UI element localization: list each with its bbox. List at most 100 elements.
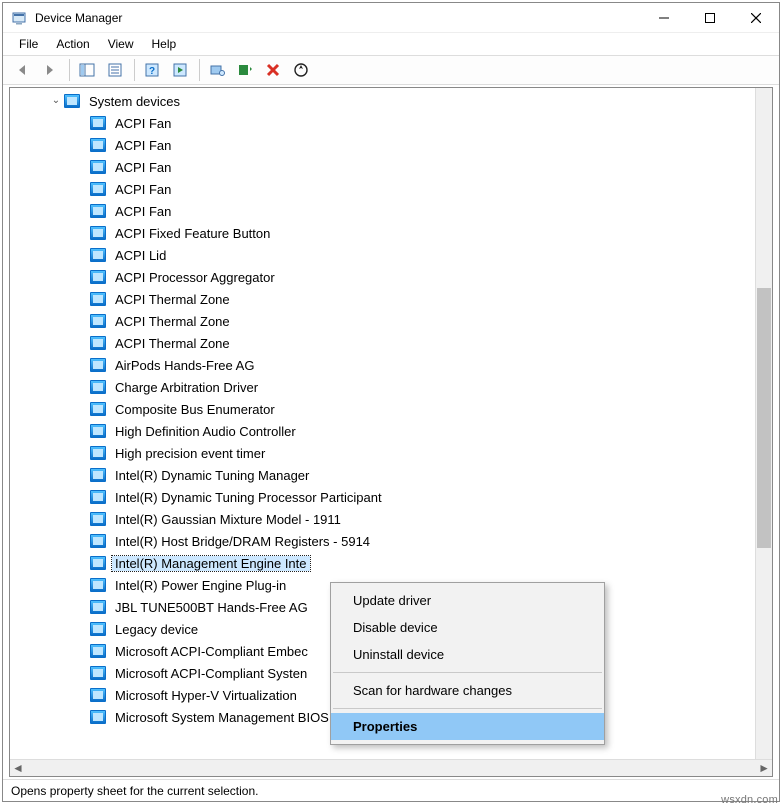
toolbar: ? bbox=[3, 55, 779, 85]
toolbar-separator bbox=[69, 59, 70, 81]
tree-item[interactable]: ACPI Thermal Zone bbox=[10, 310, 755, 332]
menu-view[interactable]: View bbox=[100, 35, 142, 53]
svg-text:?: ? bbox=[149, 66, 155, 77]
tree-item[interactable]: ACPI Fixed Feature Button bbox=[10, 222, 755, 244]
menu-action[interactable]: Action bbox=[48, 35, 97, 53]
back-icon[interactable] bbox=[9, 58, 35, 82]
forward-icon[interactable] bbox=[37, 58, 63, 82]
horizontal-scrollbar[interactable]: ◄ ► bbox=[10, 759, 772, 776]
device-icon bbox=[90, 688, 106, 702]
tree-item-label: ACPI Lid bbox=[112, 248, 169, 263]
device-icon bbox=[90, 446, 106, 460]
toolbar-separator bbox=[199, 59, 200, 81]
tree-item-label: JBL TUNE500BT Hands-Free AG bbox=[112, 600, 311, 615]
device-icon bbox=[90, 490, 106, 504]
window-title: Device Manager bbox=[35, 11, 122, 25]
uninstall-icon[interactable] bbox=[260, 58, 286, 82]
tree-item[interactable]: ACPI Fan bbox=[10, 112, 755, 134]
tree-item-label: Intel(R) Power Engine Plug-in bbox=[112, 578, 289, 593]
context-menu-item[interactable]: Update driver bbox=[331, 587, 604, 614]
titlebar: Device Manager bbox=[3, 3, 779, 33]
menu-file[interactable]: File bbox=[11, 35, 46, 53]
device-icon bbox=[90, 358, 106, 372]
toolbar-separator bbox=[134, 59, 135, 81]
tree-item-label: Microsoft ACPI-Compliant Embec bbox=[112, 644, 311, 659]
context-menu-item[interactable]: Properties bbox=[331, 713, 604, 740]
tree-item-label: Intel(R) Dynamic Tuning Processor Partic… bbox=[112, 490, 385, 505]
tree-item[interactable]: ACPI Fan bbox=[10, 200, 755, 222]
tree-item[interactable]: ACPI Fan bbox=[10, 156, 755, 178]
tree-item[interactable]: ACPI Fan bbox=[10, 178, 755, 200]
device-icon bbox=[90, 336, 106, 350]
device-icon bbox=[90, 182, 106, 196]
tree-item-label: ACPI Fan bbox=[112, 204, 174, 219]
device-icon bbox=[90, 468, 106, 482]
tree-item[interactable]: High precision event timer bbox=[10, 442, 755, 464]
scan-hardware-icon[interactable] bbox=[288, 58, 314, 82]
tree-item[interactable]: ACPI Lid bbox=[10, 244, 755, 266]
tree-item[interactable]: High Definition Audio Controller bbox=[10, 420, 755, 442]
tree-item-label: High Definition Audio Controller bbox=[112, 424, 299, 439]
tree-category-system-devices[interactable]: ⌄ System devices bbox=[10, 90, 755, 112]
device-icon bbox=[90, 116, 106, 130]
scroll-right-icon[interactable]: ► bbox=[758, 761, 770, 775]
tree-item[interactable]: Intel(R) Gaussian Mixture Model - 1911 bbox=[10, 508, 755, 530]
context-menu-separator bbox=[333, 708, 602, 709]
context-menu[interactable]: Update driverDisable deviceUninstall dev… bbox=[330, 582, 605, 745]
tree-item[interactable]: Composite Bus Enumerator bbox=[10, 398, 755, 420]
vertical-scrollbar[interactable] bbox=[755, 88, 772, 759]
tree-item[interactable]: ACPI Fan bbox=[10, 134, 755, 156]
help-icon[interactable]: ? bbox=[139, 58, 165, 82]
tree-item[interactable]: AirPods Hands-Free AG bbox=[10, 354, 755, 376]
tree-item-label: ACPI Thermal Zone bbox=[112, 336, 233, 351]
scroll-left-icon[interactable]: ◄ bbox=[12, 761, 24, 775]
context-menu-item[interactable]: Scan for hardware changes bbox=[331, 677, 604, 704]
show-hide-tree-icon[interactable] bbox=[74, 58, 100, 82]
tree-category-label: System devices bbox=[86, 94, 183, 109]
tree-item-label: ACPI Fan bbox=[112, 138, 174, 153]
device-icon bbox=[90, 270, 106, 284]
update-driver-icon[interactable] bbox=[232, 58, 258, 82]
context-menu-separator bbox=[333, 672, 602, 673]
tree-item[interactable]: Intel(R) Management Engine Inte bbox=[10, 552, 755, 574]
menu-help[interactable]: Help bbox=[144, 35, 185, 53]
tree-item-label: ACPI Thermal Zone bbox=[112, 314, 233, 329]
expander-icon[interactable]: ⌄ bbox=[48, 96, 64, 106]
tree-item-label: ACPI Fan bbox=[112, 182, 174, 197]
tree-item-label: Composite Bus Enumerator bbox=[112, 402, 278, 417]
tree-item-label: AirPods Hands-Free AG bbox=[112, 358, 257, 373]
scrollbar-thumb[interactable] bbox=[757, 288, 771, 548]
device-icon bbox=[90, 226, 106, 240]
status-text: Opens property sheet for the current sel… bbox=[11, 784, 258, 798]
tree-item-label: Microsoft ACPI-Compliant Systen bbox=[112, 666, 310, 681]
maximize-button[interactable] bbox=[687, 3, 733, 33]
action-icon[interactable] bbox=[167, 58, 193, 82]
device-icon bbox=[90, 622, 106, 636]
menubar: File Action View Help bbox=[3, 33, 779, 55]
device-icon bbox=[90, 556, 106, 570]
context-menu-item[interactable]: Disable device bbox=[331, 614, 604, 641]
close-button[interactable] bbox=[733, 3, 779, 33]
tree-item-label: Intel(R) Management Engine Inte bbox=[112, 556, 310, 571]
device-icon bbox=[90, 534, 106, 548]
device-icon bbox=[90, 600, 106, 614]
tree-item-label: Intel(R) Gaussian Mixture Model - 1911 bbox=[112, 512, 344, 527]
tree-item-label: ACPI Processor Aggregator bbox=[112, 270, 278, 285]
tree-item-label: Charge Arbitration Driver bbox=[112, 380, 261, 395]
tree-item[interactable]: Charge Arbitration Driver bbox=[10, 376, 755, 398]
minimize-button[interactable] bbox=[641, 3, 687, 33]
device-icon bbox=[90, 248, 106, 262]
tree-item[interactable]: Intel(R) Dynamic Tuning Processor Partic… bbox=[10, 486, 755, 508]
context-menu-item[interactable]: Uninstall device bbox=[331, 641, 604, 668]
device-icon bbox=[90, 512, 106, 526]
tree-item[interactable]: ACPI Thermal Zone bbox=[10, 288, 755, 310]
tree-item-label: ACPI Fixed Feature Button bbox=[112, 226, 273, 241]
tree-item-label: ACPI Thermal Zone bbox=[112, 292, 233, 307]
tree-item[interactable]: ACPI Processor Aggregator bbox=[10, 266, 755, 288]
properties-icon[interactable] bbox=[102, 58, 128, 82]
show-hidden-devices-icon[interactable] bbox=[204, 58, 230, 82]
device-icon bbox=[90, 314, 106, 328]
tree-item[interactable]: Intel(R) Dynamic Tuning Manager bbox=[10, 464, 755, 486]
tree-item[interactable]: Intel(R) Host Bridge/DRAM Registers - 59… bbox=[10, 530, 755, 552]
tree-item[interactable]: ACPI Thermal Zone bbox=[10, 332, 755, 354]
